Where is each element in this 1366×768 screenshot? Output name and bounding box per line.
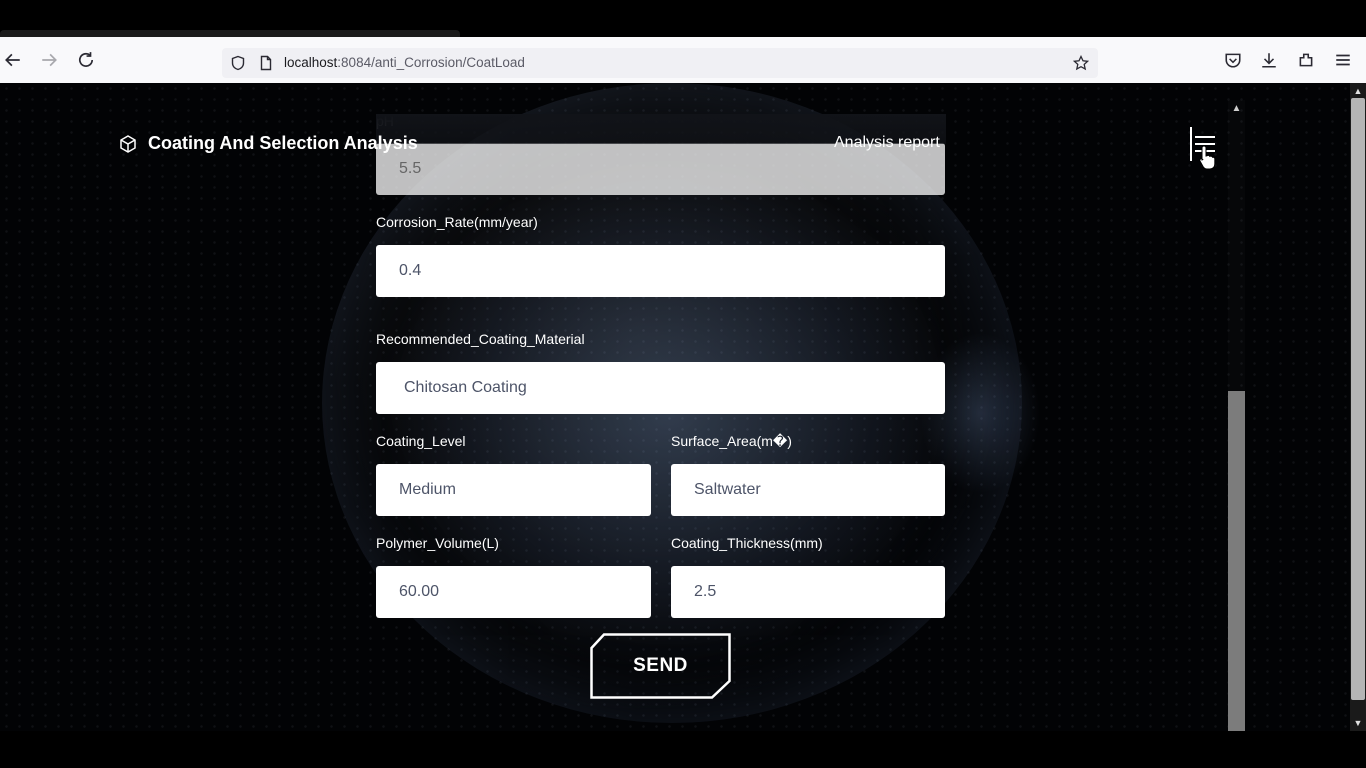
- coating-thickness-input[interactable]: 2.5: [671, 566, 945, 618]
- coating-material-input[interactable]: Chitosan Coating: [376, 362, 945, 414]
- hand-cursor-icon: [1198, 143, 1218, 171]
- shield-icon[interactable]: [228, 53, 248, 73]
- menu-divider: [1190, 127, 1192, 161]
- brand[interactable]: Coating And Selection Analysis: [118, 133, 418, 154]
- coating-material-label: Recommended_Coating_Material: [376, 331, 585, 347]
- menu-bar-icon: [1195, 136, 1215, 138]
- back-arrow-icon[interactable]: [1, 48, 25, 72]
- page-icon[interactable]: [256, 53, 276, 73]
- bookmark-star-icon[interactable]: [1071, 53, 1091, 73]
- page-scroll-down-icon[interactable]: ▼: [1350, 716, 1366, 730]
- page-scrollbar-thumb[interactable]: [1351, 98, 1365, 700]
- scroll-up-chevron-icon[interactable]: ▲: [1228, 100, 1245, 116]
- url-path: :8084/anti_Corrosion/CoatLoad: [337, 55, 525, 70]
- polymer-volume-label: Polymer_Volume(L): [376, 535, 499, 551]
- page-scroll-up-icon[interactable]: ▲: [1350, 84, 1366, 98]
- address-bar[interactable]: localhost:8084/anti_Corrosion/CoatLoad: [222, 48, 1098, 78]
- coating-thickness-label: Coating_Thickness(mm): [671, 535, 823, 551]
- extensions-icon[interactable]: [1294, 48, 1318, 72]
- url-host: localhost: [284, 55, 338, 70]
- window-bottom-strip: [0, 731, 1366, 768]
- page-scrollbar[interactable]: ▲ ▼: [1350, 83, 1366, 731]
- surface-area-label: Surface_Area(m�): [671, 433, 792, 449]
- form-scrollbar-thumb[interactable]: [1228, 391, 1245, 731]
- tab-strip: [0, 30, 460, 37]
- app-menu-icon[interactable]: [1331, 48, 1355, 72]
- window-top-strip: [0, 0, 1366, 37]
- cube-icon: [118, 134, 138, 154]
- download-icon[interactable]: [1257, 48, 1281, 72]
- coating-level-label: Coating_Level: [376, 433, 466, 449]
- app-title: Coating And Selection Analysis: [148, 133, 418, 153]
- send-button[interactable]: SEND: [590, 633, 731, 699]
- analysis-report-link[interactable]: Analysis report: [834, 134, 940, 152]
- corrosion-rate-input[interactable]: 0.4: [376, 245, 945, 297]
- reload-icon[interactable]: [74, 48, 98, 72]
- coating-level-input[interactable]: Medium: [376, 464, 651, 516]
- pocket-icon[interactable]: [1221, 48, 1245, 72]
- corrosion-rate-label: Corrosion_Rate(mm/year): [376, 214, 538, 230]
- surface-area-input[interactable]: Saltwater: [671, 464, 945, 516]
- forward-arrow-icon[interactable]: [37, 48, 61, 72]
- polymer-volume-input[interactable]: 60.00: [376, 566, 651, 618]
- url-text[interactable]: localhost:8084/anti_Corrosion/CoatLoad: [284, 55, 525, 70]
- send-label: SEND: [633, 655, 688, 676]
